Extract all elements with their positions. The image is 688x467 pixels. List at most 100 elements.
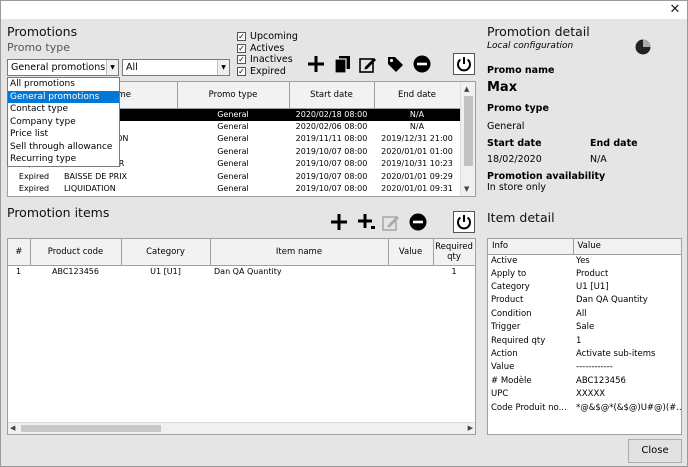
plus-multiple-icon [358, 214, 375, 229]
checkbox-icon[interactable]: ✓ [237, 55, 246, 64]
pie-status-icon [635, 39, 651, 55]
toggle-promotion-button[interactable] [453, 53, 475, 75]
promo-type-select[interactable]: General promotions ▼ [7, 59, 119, 76]
edit-icon [359, 57, 376, 73]
power-icon [457, 57, 471, 72]
promotion-items-table: # Product code Category Item name Value … [8, 239, 475, 278]
table-row: Apply to Product [491, 268, 609, 279]
table-row: Category U1 [U1] [491, 282, 609, 293]
local-configuration-label: Local configuration [487, 41, 574, 51]
dropdown-option[interactable]: Sell through allowance [8, 141, 119, 154]
close-button[interactable]: Close [628, 439, 682, 463]
tag-promotion-button[interactable] [385, 54, 405, 74]
status-filter-select[interactable]: All ▼ [122, 59, 230, 76]
promotion-items-title: Promotion items [7, 205, 110, 220]
dropdown-option[interactable]: All promotions [8, 78, 119, 91]
dropdown-option[interactable]: General promotions [8, 90, 119, 103]
remove-item-button[interactable] [408, 212, 428, 232]
item-detail-title: Item detail [487, 210, 555, 225]
table-row: # Modèle ABC123456 [491, 375, 626, 386]
minus-circle-icon [413, 55, 431, 73]
table-row: Product Dan QA Quantity [491, 295, 648, 306]
dropdown-option[interactable]: Contact type [8, 103, 119, 116]
table-row: Required qty 1 [491, 335, 582, 346]
promotions-scrollbar[interactable]: ▲ ▼ [460, 82, 475, 196]
add-promotion-button[interactable] [306, 54, 326, 74]
column-header-number[interactable]: # [8, 239, 31, 266]
column-header-promo-type[interactable]: Promo type [177, 82, 290, 109]
column-header-start-date[interactable]: Start date [289, 82, 375, 109]
chevron-down-icon[interactable]: ▼ [217, 60, 229, 75]
promotion-detail-title: Promotion detail [487, 24, 590, 39]
filter-inactives-checkbox[interactable]: ✓ Inactives [237, 54, 298, 65]
table-row: Active Yes [491, 255, 590, 266]
table-row: Code Produit no... *@&$@*(&$@)U#@)(#... [491, 402, 681, 413]
edit-item-button[interactable] [381, 212, 401, 232]
promo-type-value: General promotions [11, 62, 106, 73]
checkbox-icon[interactable]: ✓ [237, 32, 246, 41]
table-row[interactable]: Expired BAISSE DE PRIX General 2019/10/0… [8, 171, 460, 184]
table-row[interactable]: 1 ABC123456 U1 [U1] Dan QA Quantity 1 [8, 265, 475, 278]
scrollbar-thumb[interactable] [464, 96, 473, 166]
status-filters: ✓ Upcoming ✓ Actives ✓ Inactives ✓ Expired [237, 31, 298, 77]
promotion-items-grid: # Product code Category Item name Value … [7, 238, 476, 435]
status-filter-value: All [126, 62, 138, 73]
promo-name-value: Max [487, 80, 518, 95]
scroll-left-icon[interactable]: ◀ [10, 424, 15, 432]
scrollbar-thumb[interactable] [21, 425, 161, 432]
add-item-button[interactable] [329, 212, 349, 232]
promotions-title: Promotions [7, 24, 78, 39]
filter-actives-checkbox[interactable]: ✓ Actives [237, 43, 298, 54]
checkbox-icon[interactable]: ✓ [237, 43, 246, 53]
scroll-right-icon[interactable]: ▶ [468, 424, 473, 432]
column-header-product-code[interactable]: Product code [30, 239, 122, 266]
table-row: Trigger Sale [491, 322, 595, 333]
end-date-label: End date [590, 138, 638, 149]
column-header-end-date[interactable]: End date [374, 82, 461, 109]
scroll-down-icon[interactable]: ▼ [464, 185, 469, 193]
table-row: Condition All [491, 308, 587, 319]
table-row: UPC XXXXX [491, 389, 606, 400]
column-header-value[interactable]: Value [388, 239, 434, 266]
edit-promotion-button[interactable] [358, 54, 378, 74]
filter-expired-checkbox[interactable]: ✓ Expired [237, 66, 298, 77]
promo-name-label: Promo name [487, 65, 555, 76]
table-row[interactable]: Expired LIQUIDATION General 2019/10/07 0… [8, 183, 460, 196]
column-header-info[interactable]: Info [488, 239, 574, 255]
dropdown-option[interactable]: Price list [8, 128, 119, 141]
checkbox-icon[interactable]: ✓ [237, 66, 246, 76]
promo-type-dropdown[interactable]: All promotions General promotions Contac… [7, 77, 120, 167]
column-header-required-qty[interactable]: Required qty [433, 239, 475, 266]
copy-promotion-button[interactable] [332, 54, 352, 74]
table-row: Action Activate sub-items [491, 349, 656, 360]
availability-value: In store only [487, 182, 546, 193]
start-date-value: 18/02/2020 [487, 154, 542, 165]
dropdown-option[interactable]: Recurring type [8, 153, 119, 166]
title-bar: ✕ [1, 1, 687, 19]
column-header-value[interactable]: Value [573, 239, 681, 255]
column-header-item-name[interactable]: Item name [210, 239, 389, 266]
scroll-up-icon[interactable]: ▲ [464, 85, 469, 93]
minus-circle-icon [409, 213, 427, 231]
promotions-window: ✕ Promotions Promo type General promotio… [0, 0, 688, 467]
toggle-item-button[interactable] [453, 211, 475, 233]
tag-icon [387, 56, 403, 72]
remove-promotion-button[interactable] [412, 54, 432, 74]
plus-icon [331, 214, 347, 230]
availability-label: Promotion availability [487, 171, 606, 182]
promo-type-detail-value: General [487, 121, 525, 132]
table-row: Value ------------ [491, 362, 613, 373]
add-sub-item-button[interactable] [356, 212, 376, 232]
column-header-category[interactable]: Category [121, 239, 211, 266]
window-close-icon[interactable]: ✕ [667, 2, 683, 18]
power-icon [457, 215, 471, 230]
item-detail-grid: Info Value Active Yes Apply to Product Cat… [487, 238, 682, 435]
end-date-value: N/A [590, 154, 607, 165]
filter-upcoming-checkbox[interactable]: ✓ Upcoming [237, 31, 298, 42]
chevron-down-icon[interactable]: ▼ [106, 60, 118, 75]
promo-type-label: Promo type [7, 41, 70, 54]
items-horizontal-scrollbar[interactable]: ◀ ▶ [8, 422, 475, 434]
dropdown-option[interactable]: Company type [8, 116, 119, 129]
copy-icon [334, 55, 350, 73]
start-date-label: Start date [487, 138, 542, 149]
